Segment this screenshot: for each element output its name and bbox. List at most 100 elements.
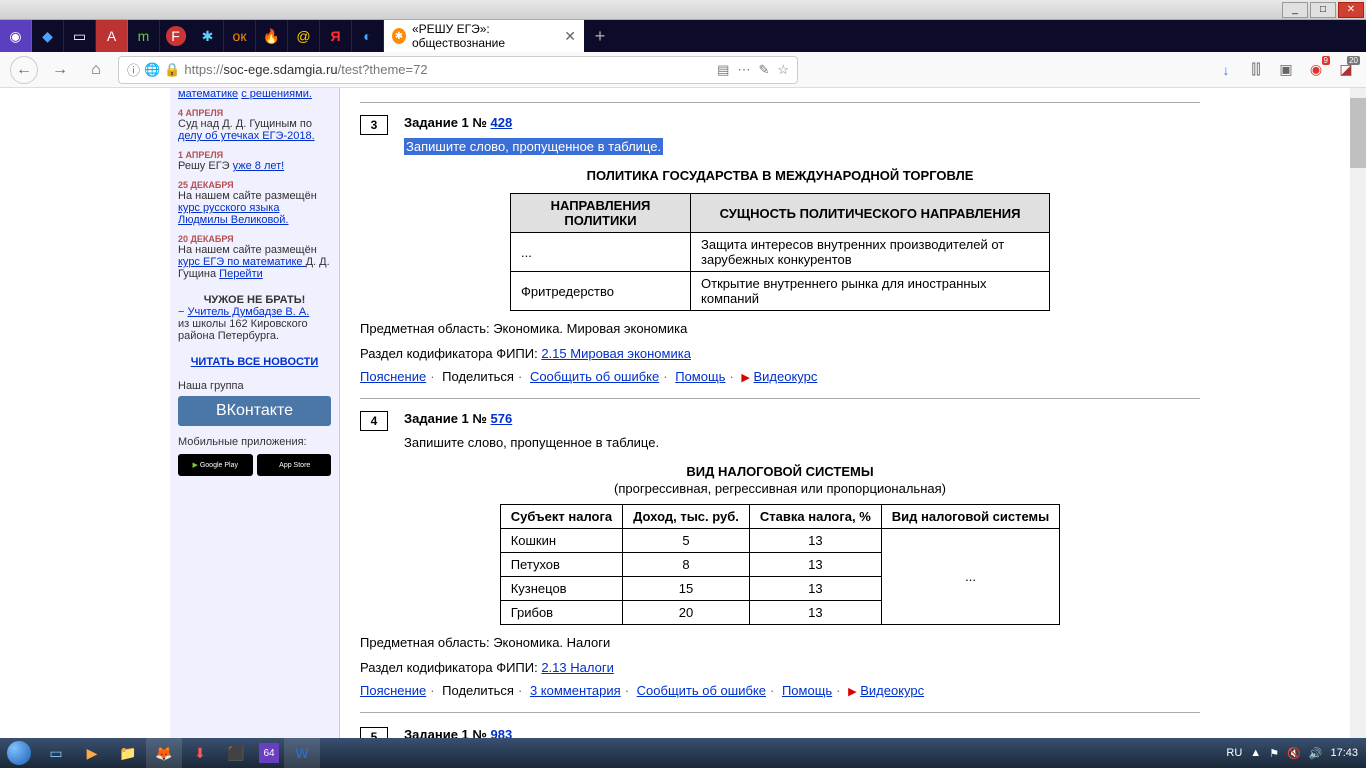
task-meta-4b: Раздел кодификатора ФИПИ: 2.13 Налоги <box>360 660 1200 675</box>
downloads-icon[interactable]: ↓ <box>1216 60 1236 80</box>
explanation-link-4[interactable]: Пояснение <box>360 683 426 698</box>
window-maximize[interactable]: □ <box>1310 2 1336 18</box>
help-link[interactable]: Помощь <box>675 369 725 384</box>
scrollbar-thumb[interactable] <box>1350 98 1366 168</box>
tab-favicon-icon: ✱ <box>392 28 406 44</box>
google-play-badge[interactable]: ▶ Google Play <box>178 454 253 476</box>
taskbar-app-2[interactable]: ▶ <box>74 738 110 768</box>
tray-arrow-icon[interactable]: ▲ <box>1250 747 1261 759</box>
pinned-tab-8[interactable]: ок <box>224 20 256 52</box>
edit-icon[interactable]: ✎ <box>758 62 769 78</box>
tab-close-icon[interactable]: ✕ <box>564 28 576 45</box>
back-button[interactable]: ← <box>10 56 38 84</box>
pinned-tab-12[interactable]: ◐ <box>352 20 384 52</box>
task-id-link-576[interactable]: 576 <box>491 411 513 426</box>
task-number-3: 3 <box>360 115 388 135</box>
taskbar-app-3[interactable]: 📁 <box>110 738 146 768</box>
comments-link-4[interactable]: 3 комментария <box>530 683 621 698</box>
tray-flag-icon[interactable]: ⚑ <box>1269 747 1279 760</box>
news-item-1: Суд над Д. Д. Гущиным по делу об утечках… <box>178 118 331 142</box>
start-button[interactable] <box>0 738 38 768</box>
active-tab[interactable]: ✱ «РЕШУ ЕГЭ»: обществознание ✕ <box>384 20 584 52</box>
window-titlebar: _ □ ✕ <box>0 0 1366 20</box>
report-error-link-4[interactable]: Сообщить об ошибке <box>637 683 766 698</box>
news-date-3: 25 ДЕКАБРЯ <box>178 180 331 190</box>
taskbar-app-5[interactable]: ⬇ <box>182 738 218 768</box>
taskbar-app-6[interactable]: ⬛ <box>218 738 254 768</box>
fipi-link-3[interactable]: 2.15 Мировая экономика <box>541 346 691 361</box>
ublock-icon[interactable]: ◪20 <box>1336 60 1356 80</box>
pinned-tab-2[interactable]: ◆ <box>32 20 64 52</box>
news-link-3[interactable]: курс русского языка Людмилы Великовой. <box>178 202 288 226</box>
share-link[interactable]: Поделиться <box>442 369 514 384</box>
pocket-icon[interactable]: ▣ <box>1276 60 1296 80</box>
reader-mode-icon[interactable]: ▤ <box>717 62 729 78</box>
help-link-4[interactable]: Помощь <box>782 683 832 698</box>
news-link-1[interactable]: делу об утечках ЕГЭ-2018. <box>178 130 315 142</box>
warning-heading: ЧУЖОЕ НЕ БРАТЬ! <box>178 294 331 306</box>
pinned-tab-1[interactable]: ◉ <box>0 20 32 52</box>
page-actions-icon[interactable]: ⋯ <box>737 62 750 78</box>
task-id-link-428[interactable]: 428 <box>491 115 513 130</box>
tray-network-icon[interactable]: 🔇 <box>1287 747 1301 760</box>
taskbar-app-1[interactable]: ▭ <box>38 738 74 768</box>
pinned-tab-11[interactable]: Я <box>320 20 352 52</box>
news-link-2[interactable]: уже 8 лет! <box>233 160 285 172</box>
clock[interactable]: 17:43 <box>1330 747 1358 759</box>
tab-title: «РЕШУ ЕГЭ»: обществознание <box>412 22 564 50</box>
bookmark-star-icon[interactable]: ☆ <box>777 62 789 78</box>
url-scheme: https:// <box>184 62 223 77</box>
new-tab-button[interactable]: + <box>584 20 616 52</box>
taskbar-app-firefox[interactable]: 🦊 <box>146 738 182 768</box>
video-link[interactable]: Видеокурс <box>754 369 818 384</box>
task-title-4: Задание 1 № 576 <box>404 411 512 426</box>
all-news-link[interactable]: ЧИТАТЬ ВСЕ НОВОСТИ <box>191 356 319 368</box>
report-error-link[interactable]: Сообщить об ошибке <box>530 369 659 384</box>
task-number-4: 4 <box>360 411 388 431</box>
task-actions-3: Пояснение· Поделиться· Сообщить об ошибк… <box>360 369 1200 384</box>
video-link-4[interactable]: Видеокурс <box>860 683 924 698</box>
library-icon[interactable]: ⫿⫿ <box>1246 60 1266 80</box>
window-minimize[interactable]: _ <box>1282 2 1308 18</box>
app-store-badge[interactable]: App Store <box>257 454 332 476</box>
math-link[interactable]: математике <box>178 88 238 100</box>
news-item-4: На нашем сайте размещён курс ЕГЭ по мате… <box>178 244 331 280</box>
url-path: /test?theme=72 <box>338 62 428 77</box>
pinned-tab-5[interactable]: m <box>128 20 160 52</box>
site-info-icon[interactable]: ⓘ <box>127 60 140 79</box>
url-input[interactable]: ⓘ 🌐 🔒 https://soc-ege.sdamgia.ru/test?th… <box>118 56 798 84</box>
taskbar-app-word[interactable]: W <box>284 738 320 768</box>
news-item-3: На нашем сайте размещён курс русского яз… <box>178 190 331 226</box>
vk-button[interactable]: ВКонтакте <box>178 396 331 426</box>
group-label: Наша группа <box>178 380 331 392</box>
address-bar: ← → ⌂ ⓘ 🌐 🔒 https://soc-ege.sdamgia.ru/t… <box>0 52 1366 88</box>
task-number-5: 5 <box>360 727 388 738</box>
share-link-4[interactable]: Поделиться <box>442 683 514 698</box>
fipi-link-4[interactable]: 2.13 Налоги <box>541 660 614 675</box>
pinned-tab-3[interactable]: ▭ <box>64 20 96 52</box>
pinned-tab-6[interactable]: F <box>166 26 186 46</box>
task-title-3: Задание 1 № 428 <box>404 115 512 130</box>
table-title-3: ПОЛИТИКА ГОСУДАРСТВА В МЕЖДУНАРОДНОЙ ТОР… <box>360 168 1200 183</box>
pinned-tab-7[interactable]: ✱ <box>192 20 224 52</box>
explanation-link[interactable]: Пояснение <box>360 369 426 384</box>
window-close[interactable]: ✕ <box>1338 2 1364 18</box>
tray-volume-icon[interactable]: 🔊 <box>1309 747 1323 760</box>
adblock-icon[interactable]: ◉9 <box>1306 60 1326 80</box>
teacher-link[interactable]: Учитель Думбадзе В. А. <box>187 306 309 318</box>
task-id-link-983[interactable]: 983 <box>491 727 513 738</box>
home-button[interactable]: ⌂ <box>82 56 110 84</box>
taskbar-app-7[interactable]: 64 <box>259 743 279 763</box>
page-content: математике с решениями. 4 АПРЕЛЯ Суд над… <box>0 88 1366 738</box>
pinned-tab-4[interactable]: A <box>96 20 128 52</box>
pinned-tab-9[interactable]: 🔥 <box>256 20 288 52</box>
scrollbar[interactable] <box>1350 88 1366 738</box>
forward-button[interactable]: → <box>46 56 74 84</box>
sidebar: математике с решениями. 4 АПРЕЛЯ Суд над… <box>170 88 340 738</box>
news-link-4a[interactable]: курс ЕГЭ по математике <box>178 256 306 268</box>
solutions-link[interactable]: с решениями. <box>241 88 312 100</box>
news-link-4b[interactable]: Перейти <box>219 268 263 280</box>
pinned-tab-10[interactable]: @ <box>288 20 320 52</box>
language-indicator[interactable]: RU <box>1226 747 1242 759</box>
task-meta-3a: Предметная область: Экономика. Мировая э… <box>360 321 1200 336</box>
